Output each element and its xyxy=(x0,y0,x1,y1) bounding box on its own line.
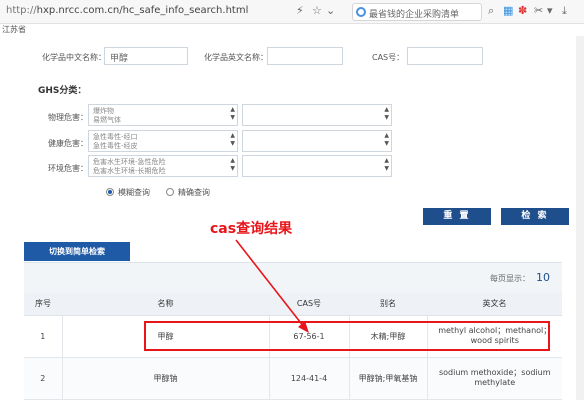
table-row[interactable]: 1 甲醇 67-56-1 木精;甲醇 methyl alcohol；methan… xyxy=(24,315,562,358)
search-engine-icon xyxy=(356,7,366,17)
health-option-2[interactable]: 急性毒性-经皮 xyxy=(93,142,233,151)
results-table: 序号 名称 CAS号 别名 英文名 1 甲醇 67-56-1 木精;甲醇 met… xyxy=(24,293,562,400)
exact-radio[interactable]: 精确查询 xyxy=(166,187,210,198)
scroll-arrows-icon[interactable]: ▲ ▼ xyxy=(384,132,389,148)
star-icon[interactable]: ☆ xyxy=(312,4,322,17)
results-panel: 每页显示： 10 序号 名称 CAS号 别名 英文名 1 甲醇 67-56-1 木… xyxy=(24,262,562,400)
extension-icon[interactable]: ✽ xyxy=(518,4,527,17)
health-option-1[interactable]: 急性毒性-经口 xyxy=(93,133,233,142)
cell-en: methyl alcohol；methanol；wood spirits xyxy=(426,315,562,358)
reset-button[interactable]: 重 置 xyxy=(423,208,491,225)
header-cas: CAS号 xyxy=(269,293,349,316)
en-name-label: 化学品英文名称： xyxy=(204,53,268,62)
env-option-2[interactable]: 危害水生环境-长期危险 xyxy=(93,167,233,176)
fuzzy-label: 模糊查询 xyxy=(118,188,150,197)
en-name-input[interactable] xyxy=(267,47,343,65)
physical-selected-list[interactable]: ▲ ▼ xyxy=(242,104,392,126)
cell-name[interactable]: 甲醇钠 xyxy=(61,357,269,400)
cell-cas: 124-41-4 xyxy=(268,357,349,400)
env-hazard-list[interactable]: 危害水生环境-急性危险 危害水生环境-长期危险 ▲ ▼ xyxy=(88,155,238,177)
cell-alias: 木精;甲醇 xyxy=(348,315,427,358)
health-label: 健康危害： xyxy=(48,139,88,148)
radio-checked-icon[interactable] xyxy=(106,188,114,196)
scroll-arrows-icon[interactable]: ▲ ▼ xyxy=(230,106,235,122)
header-alias: 别名 xyxy=(349,293,427,316)
per-page-value[interactable]: 10 xyxy=(536,271,550,284)
header-no: 序号 xyxy=(24,293,62,316)
search-text: 最省钱的企业采购清单 xyxy=(369,10,460,20)
page-scrollbar[interactable] xyxy=(576,36,584,400)
cn-name-input[interactable]: 甲醇 xyxy=(104,47,188,65)
switch-simple-search-button[interactable]: 切换到简单检索 xyxy=(24,242,130,261)
physical-hazard-list[interactable]: 爆炸物 易燃气体 ▲ ▼ xyxy=(88,104,238,126)
cell-no: 2 xyxy=(24,357,62,400)
address-bar[interactable]: http://hxp.nrcc.com.cn/hc_safe_info_sear… xyxy=(6,5,248,16)
env-option-1[interactable]: 危害水生环境-急性危险 xyxy=(93,158,233,167)
url-scheme: http:// xyxy=(6,5,37,16)
cell-name[interactable]: 甲醇 xyxy=(61,315,269,358)
cell-cas: 67-56-1 xyxy=(268,315,349,358)
physical-label: 物理危害： xyxy=(48,113,88,122)
env-label: 环境危害： xyxy=(48,164,88,173)
physical-option-2[interactable]: 易燃气体 xyxy=(93,116,233,125)
exact-label: 精确查询 xyxy=(178,188,210,197)
header-name: 名称 xyxy=(62,293,269,316)
fuzzy-radio[interactable]: 模糊查询 xyxy=(106,187,150,198)
search-icon[interactable]: ⌕ xyxy=(488,4,494,18)
browser-search-box[interactable]: 最省钱的企业采购清单 xyxy=(352,3,482,21)
cell-no: 1 xyxy=(24,315,62,358)
scroll-arrows-icon[interactable]: ▲ ▼ xyxy=(384,106,389,122)
chevron-down-icon[interactable]: ⌄ xyxy=(326,4,335,17)
browser-toolbar: http://hxp.nrcc.com.cn/hc_safe_info_sear… xyxy=(0,0,584,24)
health-selected-list[interactable]: ▲ ▼ xyxy=(242,130,392,152)
per-page-control[interactable]: 每页显示： 10 xyxy=(490,271,550,284)
env-selected-list[interactable]: ▲ ▼ xyxy=(242,155,392,177)
scroll-arrows-icon[interactable]: ▲ ▼ xyxy=(384,157,389,173)
per-page-label: 每页显示： xyxy=(490,274,530,283)
cell-en: sodium methoxide；sodium methylate xyxy=(426,357,562,400)
cas-input[interactable] xyxy=(407,47,483,65)
tab-label[interactable]: 江苏省 xyxy=(2,25,26,34)
lightning-icon[interactable]: ⚡ xyxy=(296,4,304,17)
radio-unchecked-icon[interactable] xyxy=(166,188,174,196)
annotation-label: cas查询结果 xyxy=(210,221,293,237)
table-header-row: 序号 名称 CAS号 别名 英文名 xyxy=(24,293,562,316)
scroll-arrows-icon[interactable]: ▲ ▼ xyxy=(230,132,235,148)
health-hazard-list[interactable]: 急性毒性-经口 急性毒性-经皮 ▲ ▼ xyxy=(88,130,238,152)
scroll-arrows-icon[interactable]: ▲ ▼ xyxy=(230,157,235,173)
table-row[interactable]: 2 甲醇钠 124-41-4 甲醇钠;甲氧基钠 sodium methoxide… xyxy=(24,357,562,400)
apps-grid-icon[interactable]: ▦ xyxy=(503,4,513,17)
cn-name-label: 化学品中文名称： xyxy=(42,53,106,62)
header-en: 英文名 xyxy=(427,293,562,316)
search-button[interactable]: 检 索 xyxy=(501,208,569,225)
physical-option-1[interactable]: 爆炸物 xyxy=(93,107,233,116)
dropdown-icon[interactable]: ▾ xyxy=(547,4,553,17)
cell-alias: 甲醇钠;甲氧基钠 xyxy=(348,357,427,400)
cas-label: CAS号： xyxy=(372,53,405,62)
download-icon[interactable]: ⤓ xyxy=(562,4,567,18)
url-text: hxp.nrcc.com.cn/hc_safe_info_search.html xyxy=(36,5,249,16)
ghs-title: GHS分类： xyxy=(38,86,87,96)
scissors-icon[interactable]: ✂ xyxy=(534,4,543,17)
tab-strip: 江苏省 xyxy=(0,24,584,36)
search-form: 化学品中文名称： 甲醇 化学品英文名称： CAS号： GHS分类： 物理危害： … xyxy=(24,36,572,256)
